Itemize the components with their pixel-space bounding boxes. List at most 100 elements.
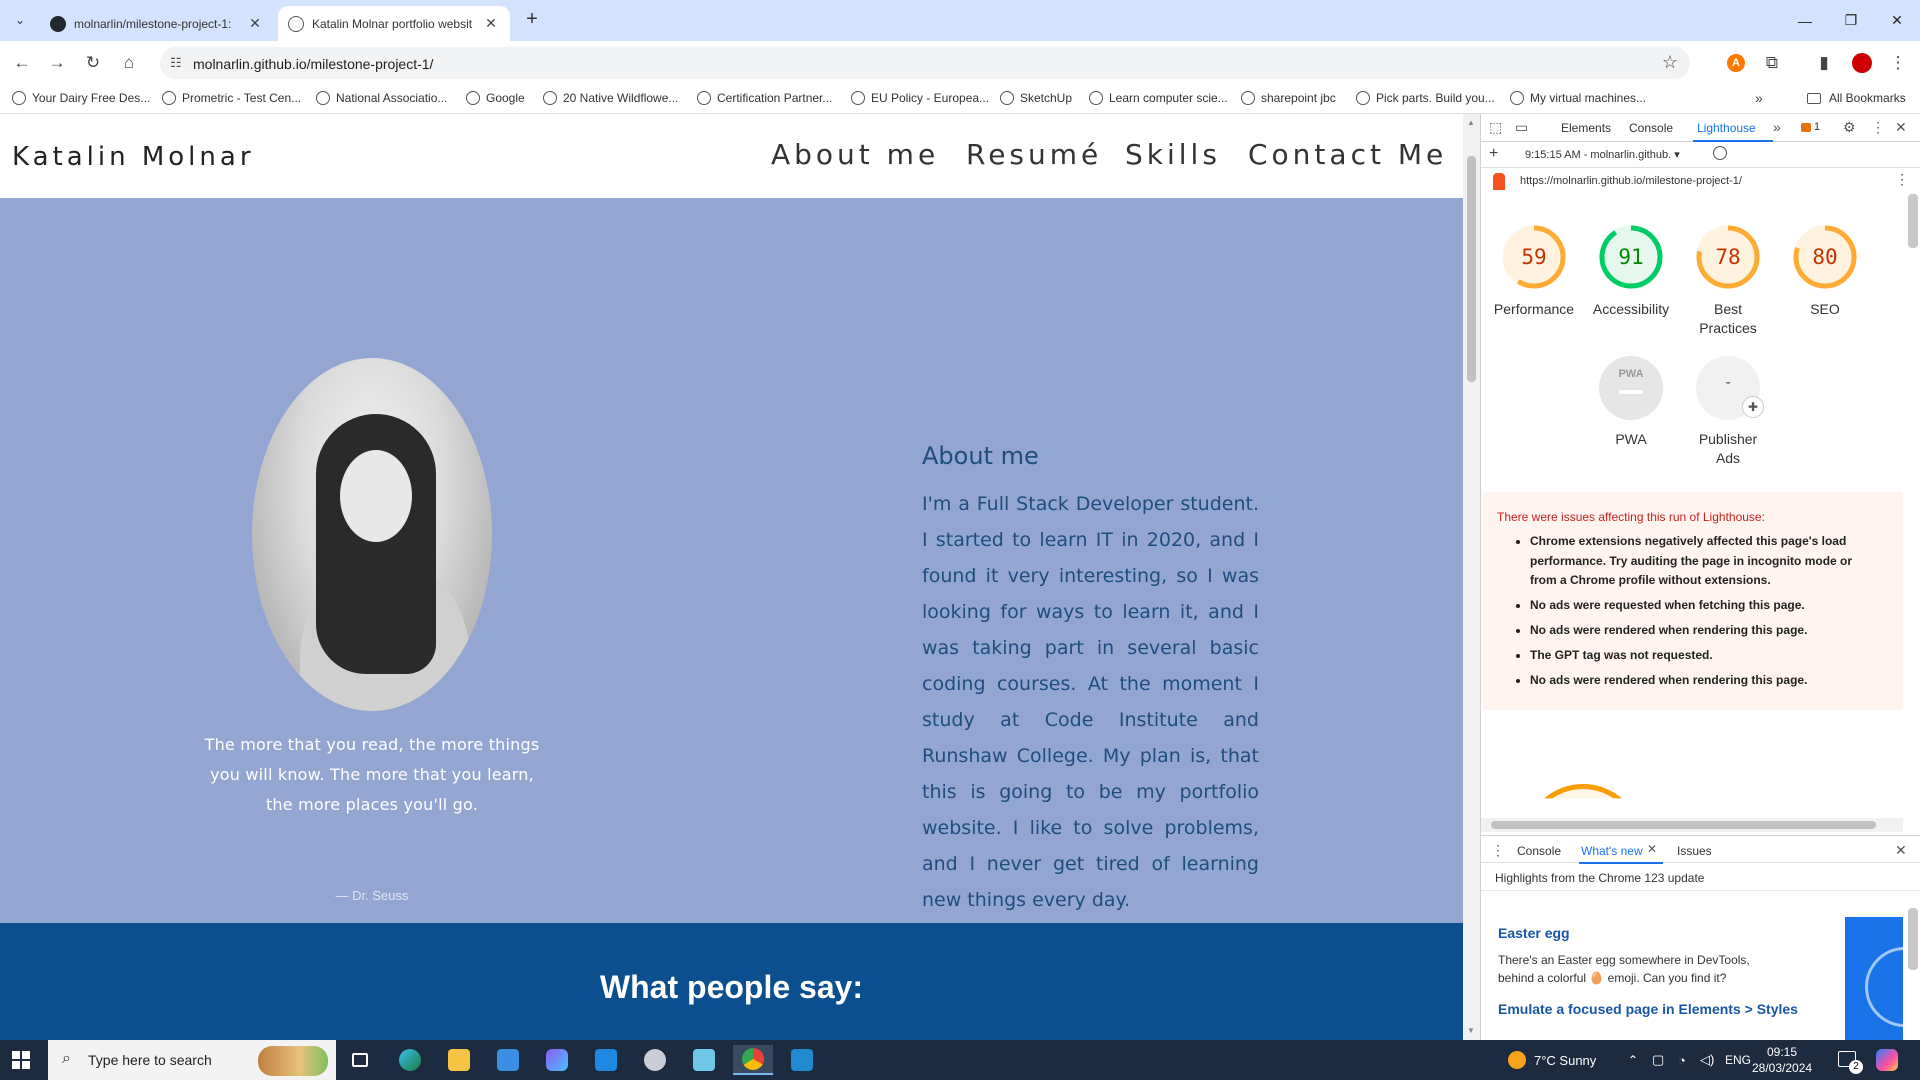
- scrollbar-thumb[interactable]: [1908, 908, 1918, 970]
- nav-link-contact[interactable]: Contact Me: [1248, 138, 1447, 171]
- bookmark-item[interactable]: EU Policy - Europea...: [851, 91, 989, 105]
- bookmark-item[interactable]: sharepoint jbc: [1241, 91, 1336, 105]
- bookmark-item[interactable]: Prometric - Test Cen...: [162, 91, 301, 105]
- site-brand[interactable]: Katalin Molnar: [12, 142, 255, 172]
- devtools-menu-icon[interactable]: ⋮: [1871, 119, 1885, 136]
- forward-button[interactable]: →: [43, 49, 71, 77]
- drawer-close-icon[interactable]: ✕: [1895, 842, 1907, 859]
- language-indicator[interactable]: ENG: [1725, 1040, 1751, 1080]
- drawer-tab-issues[interactable]: Issues: [1677, 844, 1712, 858]
- windows-taskbar: ⌕ Type here to search 7°C Sunny ⌃ ▢ ◔ ◁)…: [0, 1040, 1920, 1080]
- edge-icon[interactable]: [390, 1045, 430, 1075]
- windows-start-icon[interactable]: [12, 1051, 30, 1069]
- drawer-tab-whats-new[interactable]: What's new: [1581, 844, 1643, 858]
- task-view-icon[interactable]: [340, 1045, 380, 1075]
- device-toolbar-icon[interactable]: ▭: [1515, 119, 1528, 136]
- scrollbar-thumb[interactable]: [1908, 194, 1918, 248]
- taskbar-search-box[interactable]: ⌕ Type here to search: [48, 1040, 336, 1080]
- side-panel-icon[interactable]: ▮: [1810, 49, 1838, 77]
- report-selector[interactable]: 9:15:15 AM - molnarlin.github. ▾: [1525, 148, 1680, 161]
- more-bookmarks-chevron-icon[interactable]: »: [1755, 90, 1763, 106]
- bookmark-item[interactable]: Learn computer scie...: [1089, 91, 1228, 105]
- gauge-publisher-ads[interactable]: - ✚ Publisher Ads: [1678, 356, 1778, 468]
- chrome-icon[interactable]: [733, 1045, 773, 1075]
- volume-icon[interactable]: ◁): [1700, 1040, 1714, 1080]
- new-tab-button[interactable]: +: [520, 8, 544, 32]
- easter-egg-link[interactable]: Easter egg: [1498, 925, 1570, 941]
- lighthouse-horizontal-scrollbar[interactable]: [1481, 818, 1903, 832]
- restore-button[interactable]: ❐: [1828, 0, 1874, 41]
- browser-tab-portfolio[interactable]: Katalin Molnar portfolio websit ✕: [278, 6, 510, 41]
- bookmark-item[interactable]: National Associatio...: [316, 91, 447, 105]
- copilot-app-icon[interactable]: [537, 1045, 577, 1075]
- drawer-menu-icon[interactable]: ⋮: [1491, 842, 1505, 859]
- gauge-seo[interactable]: 80 SEO: [1775, 224, 1875, 319]
- lighthouse-toolbar: + 9:15:15 AM - molnarlin.github. ▾: [1481, 142, 1920, 168]
- microsoft-store-icon[interactable]: [488, 1045, 528, 1075]
- close-tab-icon[interactable]: ✕: [482, 15, 500, 32]
- bookmark-item[interactable]: Certification Partner...: [697, 91, 832, 105]
- gauge-performance[interactable]: 59 Performance: [1484, 224, 1584, 319]
- emulate-focused-link[interactable]: Emulate a focused page in Elements > Sty…: [1498, 1001, 1798, 1017]
- reload-button[interactable]: ↻: [79, 49, 107, 77]
- nav-link-about[interactable]: About me: [771, 138, 939, 171]
- scroll-up-icon[interactable]: ▲: [1467, 118, 1475, 127]
- bookmark-star-icon[interactable]: ☆: [1662, 52, 1678, 73]
- nav-link-resume[interactable]: Resumé: [966, 138, 1102, 171]
- new-report-icon[interactable]: +: [1489, 145, 1498, 163]
- inspect-element-icon[interactable]: ⬚: [1489, 119, 1502, 136]
- site-info-icon[interactable]: ☷: [170, 55, 182, 71]
- address-bar[interactable]: ☷ molnarlin.github.io/milestone-project-…: [160, 47, 1690, 79]
- tab-elements[interactable]: Elements: [1561, 121, 1611, 135]
- scrollbar-thumb[interactable]: [1467, 156, 1476, 382]
- issues-badge[interactable]: 1: [1801, 121, 1820, 133]
- close-tab-icon[interactable]: ✕: [246, 15, 264, 32]
- drawer-tab-console[interactable]: Console: [1517, 844, 1561, 858]
- gauge-best-practices[interactable]: 78 Best Practices: [1678, 224, 1778, 338]
- whats-new-scrollbar[interactable]: [1903, 884, 1920, 1040]
- extensions-puzzle-icon[interactable]: ⧉: [1758, 49, 1786, 77]
- profile-avatar[interactable]: [1848, 49, 1876, 77]
- nav-link-skills[interactable]: Skills: [1125, 138, 1221, 171]
- more-tabs-chevron-icon[interactable]: »: [1773, 119, 1781, 135]
- notepad-icon[interactable]: [684, 1045, 724, 1075]
- bookmark-item[interactable]: Your Dairy Free Des...: [12, 91, 150, 105]
- scrollbar-thumb[interactable]: [1491, 821, 1876, 829]
- tab-console[interactable]: Console: [1629, 121, 1673, 135]
- weather-widget[interactable]: 7°C Sunny: [1508, 1040, 1596, 1080]
- clear-reports-icon[interactable]: [1713, 146, 1727, 160]
- bookmark-item[interactable]: 20 Native Wildflowe...: [543, 91, 678, 105]
- minimize-button[interactable]: —: [1782, 0, 1828, 41]
- copilot-icon[interactable]: [1876, 1049, 1898, 1071]
- window-close-button[interactable]: ✕: [1874, 0, 1920, 41]
- bookmark-item[interactable]: My virtual machines...: [1510, 91, 1646, 105]
- browser-tab-github[interactable]: molnarlin/milestone-project-1: ✕: [40, 6, 274, 41]
- bookmark-item[interactable]: Google: [466, 91, 525, 105]
- meet-now-icon[interactable]: ▢: [1652, 1040, 1664, 1080]
- devtools-close-icon[interactable]: ✕: [1895, 119, 1907, 136]
- lighthouse-scrollbar[interactable]: [1903, 170, 1920, 930]
- bookmark-item[interactable]: Pick parts. Build you...: [1356, 91, 1495, 105]
- chrome-menu-icon[interactable]: ⋮: [1884, 49, 1912, 77]
- wifi-icon[interactable]: ◔: [1678, 1040, 1686, 1080]
- back-button[interactable]: ←: [8, 49, 36, 77]
- gauge-pwa[interactable]: PWA PWA: [1581, 356, 1681, 449]
- home-button[interactable]: ⌂: [115, 49, 143, 77]
- file-explorer-icon[interactable]: [439, 1045, 479, 1075]
- page-scrollbar[interactable]: ▲ ▼: [1463, 114, 1480, 1040]
- paint-icon[interactable]: [635, 1045, 675, 1075]
- close-whats-new-icon[interactable]: ✕: [1647, 842, 1657, 856]
- taskbar-clock[interactable]: 09:15 28/03/2024: [1752, 1044, 1812, 1076]
- avast-extension-icon[interactable]: A: [1722, 49, 1750, 77]
- mail-icon[interactable]: [586, 1045, 626, 1075]
- settings-gear-icon[interactable]: ⚙: [1843, 119, 1856, 136]
- vscode-icon[interactable]: [782, 1045, 822, 1075]
- tab-search-chevron-icon[interactable]: ⌄: [8, 8, 32, 32]
- all-bookmarks-button[interactable]: All Bookmarks: [1807, 91, 1906, 105]
- scroll-down-icon[interactable]: ▼: [1467, 1026, 1475, 1035]
- gauge-accessibility[interactable]: 91 Accessibility: [1581, 224, 1681, 319]
- tab-lighthouse[interactable]: Lighthouse: [1697, 121, 1756, 135]
- show-hidden-icons-icon[interactable]: ⌃: [1628, 1040, 1638, 1080]
- about-paragraph: I'm a Full Stack Developer student. I st…: [922, 493, 1259, 911]
- bookmark-item[interactable]: SketchUp: [1000, 91, 1072, 105]
